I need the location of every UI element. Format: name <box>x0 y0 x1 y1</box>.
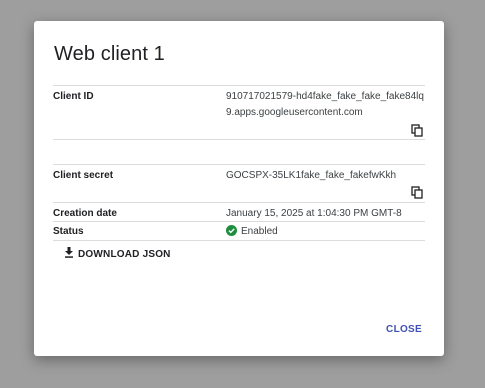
download-json-label: DOWNLOAD JSON <box>78 249 171 260</box>
dialog-title: Web client 1 <box>54 43 165 65</box>
status-row: Status Enabled <box>53 221 425 241</box>
status-value-wrap: Enabled <box>226 224 426 240</box>
copy-icon <box>411 186 423 199</box>
check-circle-icon <box>226 225 237 236</box>
copy-icon <box>411 124 423 137</box>
status-label: Status <box>53 226 84 237</box>
creation-date-value: January 15, 2025 at 1:04:30 PM GMT-8 <box>226 208 402 219</box>
client-details-dialog: Web client 1 Client ID 910717021579-hd4f… <box>34 21 444 356</box>
client-id-label: Client ID <box>53 91 94 102</box>
client-secret-row: Client secret GOCSPX-35LK1fake_fake_fake… <box>53 164 425 203</box>
creation-date-label: Creation date <box>53 208 117 219</box>
copy-client-secret-button[interactable] <box>411 186 423 199</box>
client-secret-label: Client secret <box>53 170 114 181</box>
download-icon <box>65 247 73 258</box>
client-id-row: Client ID 910717021579-hd4fake_fake_fake… <box>53 85 425 140</box>
copy-client-id-button[interactable] <box>411 124 423 137</box>
client-secret-value: GOCSPX-35LK1fake_fake_fakefwKkh <box>226 170 397 181</box>
download-json-button[interactable]: DOWNLOAD JSON <box>64 247 171 260</box>
close-button[interactable]: CLOSE <box>386 324 422 335</box>
client-id-value: 910717021579-hd4fake_fake_fake_fake84lq9… <box>226 91 424 118</box>
creation-date-row: Creation date January 15, 2025 at 1:04:3… <box>53 202 425 222</box>
status-value: Enabled <box>241 226 278 237</box>
